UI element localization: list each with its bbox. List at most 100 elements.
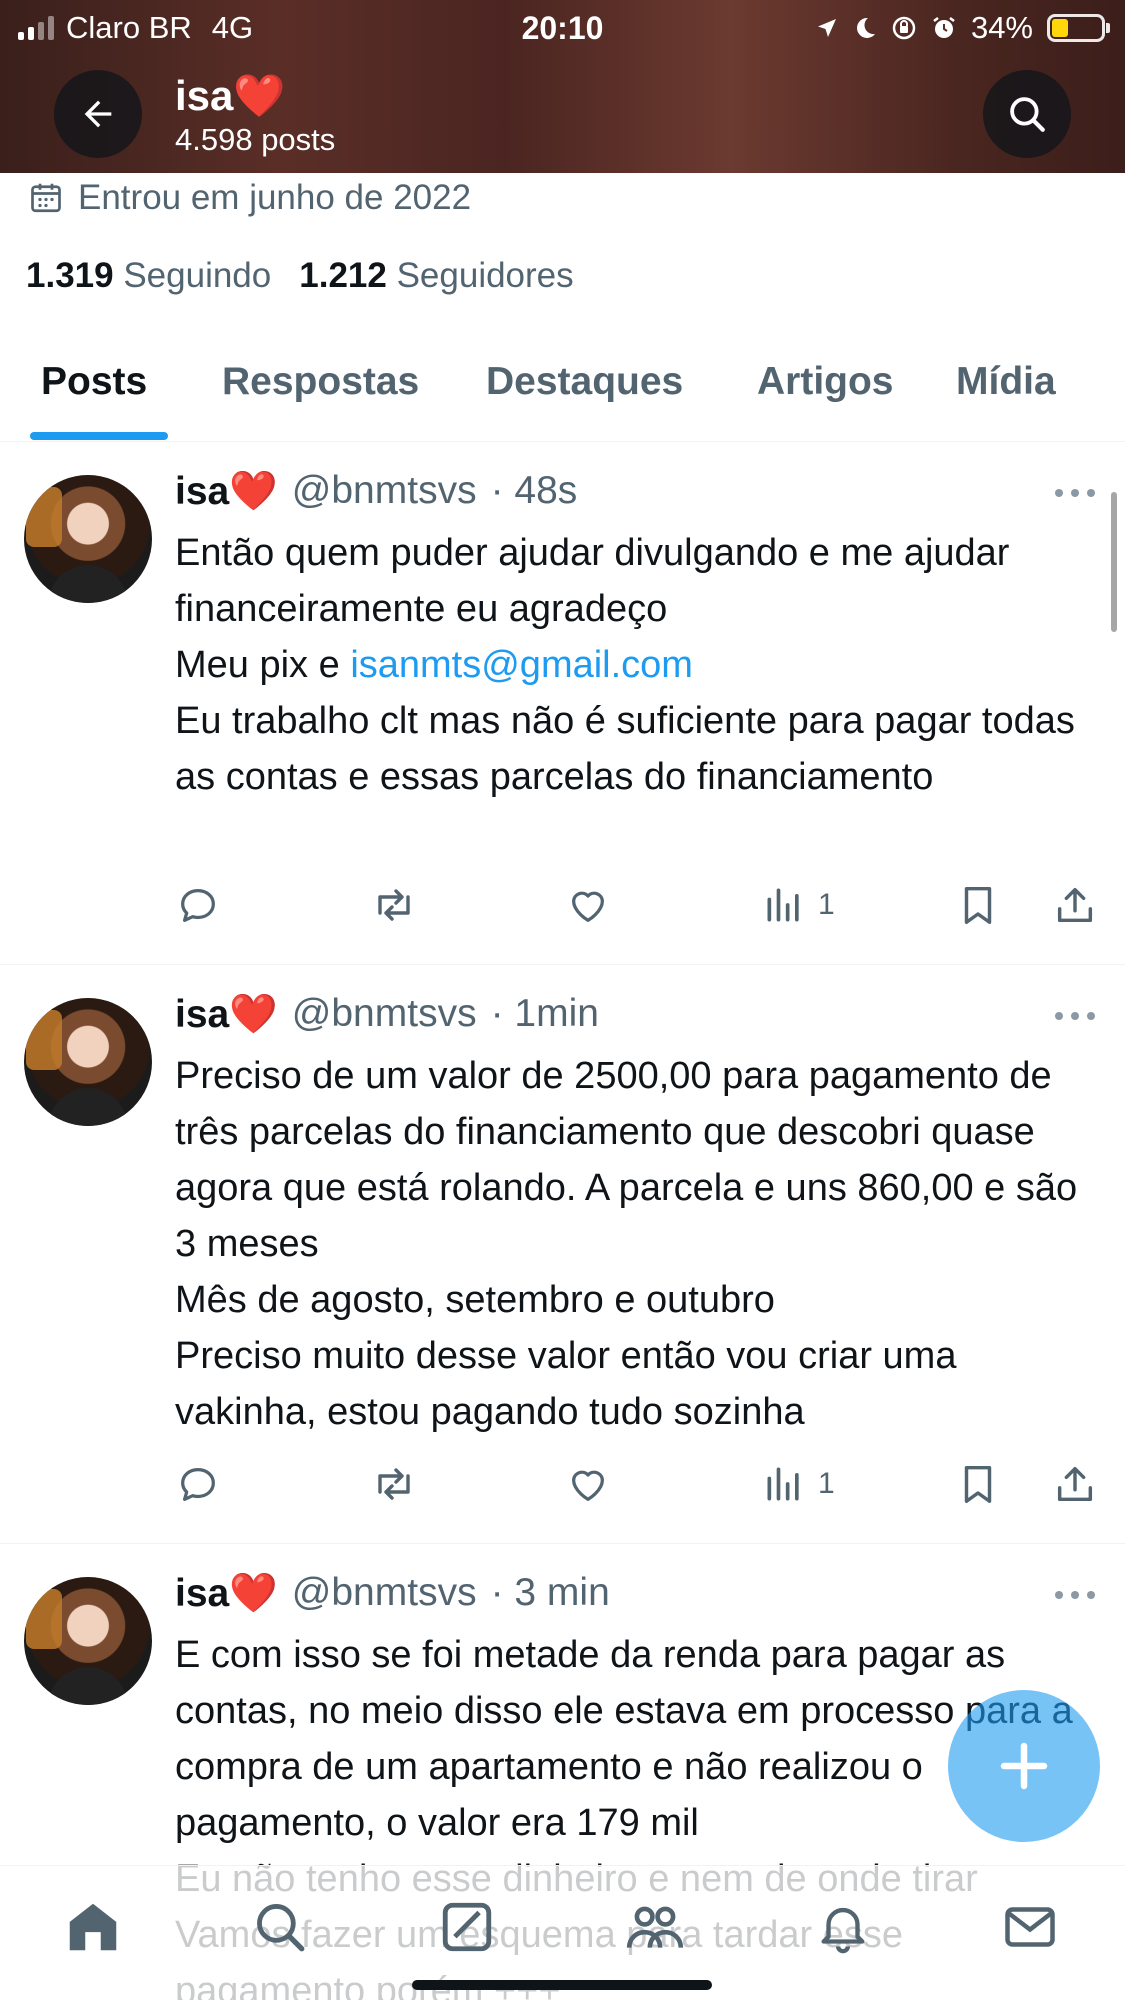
views-button[interactable]: 1 bbox=[762, 877, 835, 933]
repost-icon bbox=[378, 889, 410, 921]
analytics-icon bbox=[767, 888, 799, 922]
followers-label: Seguidores bbox=[396, 256, 574, 295]
views-button[interactable]: 1 bbox=[762, 1456, 835, 1512]
following-link[interactable]: 1.319 Seguindo bbox=[26, 256, 271, 296]
home-icon bbox=[69, 1903, 117, 1951]
messages-icon bbox=[1005, 1907, 1055, 1947]
heart-icon bbox=[571, 891, 605, 922]
email-link[interactable]: isanmts@gmail.com bbox=[350, 644, 693, 686]
avatar[interactable] bbox=[24, 1577, 152, 1705]
active-tab-indicator bbox=[30, 432, 168, 440]
post-item[interactable]: isa❤️ @bnmtsvs · 48s Então quem puder aj… bbox=[0, 443, 1125, 965]
moon-icon bbox=[856, 17, 875, 38]
post-text: Então quem puder ajudar divulgando e me … bbox=[175, 525, 1095, 805]
plus-icon bbox=[1000, 1742, 1048, 1790]
tab-destaques[interactable]: Destaques bbox=[486, 360, 683, 404]
nav-communities[interactable] bbox=[620, 1892, 690, 1962]
location-icon bbox=[817, 19, 836, 37]
author-handle[interactable]: @bnmtsvs bbox=[292, 1571, 477, 1615]
followers-count: 1.212 bbox=[299, 256, 387, 295]
share-button[interactable] bbox=[1052, 877, 1098, 933]
repost-button[interactable] bbox=[370, 877, 418, 933]
join-date-text: Entrou em junho de 2022 bbox=[78, 178, 472, 217]
repost-icon bbox=[378, 1468, 410, 1500]
notifications-icon bbox=[821, 1907, 865, 1954]
author-handle[interactable]: @bnmtsvs bbox=[292, 469, 477, 513]
battery-charging-icon bbox=[1047, 14, 1110, 42]
post-text-part: Eu trabalho clt mas não é suficiente par… bbox=[175, 700, 1075, 798]
more-options-button[interactable] bbox=[1055, 1012, 1095, 1022]
author-name[interactable]: isa❤️ bbox=[175, 991, 278, 1037]
post-actions: 1 bbox=[0, 877, 1125, 933]
tab-respostas[interactable]: Respostas bbox=[222, 360, 419, 404]
bookmark-icon bbox=[964, 886, 992, 924]
search-icon bbox=[1010, 97, 1045, 132]
profile-header: Claro BR 4G 20:10 34% isa❤️ 4.598 posts bbox=[0, 0, 1125, 173]
calendar-icon bbox=[31, 183, 61, 213]
like-button[interactable] bbox=[565, 1456, 611, 1512]
reply-button[interactable] bbox=[175, 877, 221, 933]
avatar[interactable] bbox=[24, 475, 152, 603]
bookmark-button[interactable] bbox=[955, 877, 1001, 933]
repost-button[interactable] bbox=[370, 1456, 418, 1512]
share-icon bbox=[1057, 1466, 1093, 1502]
bookmark-icon bbox=[964, 1465, 992, 1503]
post-header: isa❤️ @bnmtsvs · 48s bbox=[175, 468, 577, 514]
post-header: isa❤️ @bnmtsvs · 1min bbox=[175, 991, 599, 1037]
bookmark-button[interactable] bbox=[955, 1456, 1001, 1512]
author-name[interactable]: isa❤️ bbox=[175, 1570, 278, 1616]
heart-icon bbox=[571, 1470, 605, 1501]
nav-notifications[interactable] bbox=[808, 1892, 878, 1962]
views-count: 1 bbox=[818, 1467, 835, 1500]
status-bar: Claro BR 4G 20:10 34% bbox=[0, 0, 1125, 56]
avatar[interactable] bbox=[24, 998, 152, 1126]
nav-grok[interactable] bbox=[432, 1892, 502, 1962]
followers-link[interactable]: 1.212 Seguidores bbox=[299, 256, 573, 296]
post-text: Preciso de um valor de 2500,00 para paga… bbox=[175, 1055, 1078, 1433]
reply-icon bbox=[181, 888, 215, 922]
more-options-button[interactable] bbox=[1055, 1591, 1095, 1601]
battery-percent: 34% bbox=[970, 10, 1033, 45]
tab-midia[interactable]: Mídia bbox=[956, 360, 1056, 404]
author-handle[interactable]: @bnmtsvs bbox=[292, 992, 477, 1036]
join-date: Entrou em junho de 2022 bbox=[28, 178, 471, 218]
share-button[interactable] bbox=[1052, 1456, 1098, 1512]
status-icons: 34% bbox=[815, 10, 1110, 46]
back-button[interactable] bbox=[54, 70, 142, 158]
post-actions: 1 bbox=[0, 1456, 1125, 1512]
post-time: · 1min bbox=[490, 992, 599, 1035]
follow-stats: 1.319 Seguindo 1.212 Seguidores bbox=[26, 256, 574, 296]
post-time: · 48s bbox=[490, 469, 578, 512]
reply-button[interactable] bbox=[175, 1456, 221, 1512]
more-options-button[interactable] bbox=[1055, 489, 1095, 499]
header-post-count: 4.598 posts bbox=[175, 122, 336, 157]
scrollbar[interactable] bbox=[1111, 492, 1117, 632]
rotation-lock-icon bbox=[892, 16, 916, 40]
grok-icon bbox=[442, 1902, 492, 1952]
author-name[interactable]: isa❤️ bbox=[175, 468, 278, 514]
communities-icon bbox=[626, 1906, 684, 1948]
arrow-left-icon bbox=[84, 100, 112, 128]
post-header: isa❤️ @bnmtsvs · 3 min bbox=[175, 1570, 610, 1616]
home-indicator[interactable] bbox=[412, 1980, 712, 1990]
following-count: 1.319 bbox=[26, 256, 114, 295]
nav-home[interactable] bbox=[58, 1892, 128, 1962]
like-button[interactable] bbox=[565, 877, 611, 933]
search-button[interactable] bbox=[983, 70, 1071, 158]
tab-artigos[interactable]: Artigos bbox=[757, 360, 894, 404]
alarm-icon bbox=[933, 17, 955, 38]
profile-tabs: Posts Respostas Destaques Artigos Mídia bbox=[0, 352, 1125, 442]
search-icon bbox=[257, 1904, 305, 1952]
header-title: isa❤️ bbox=[175, 72, 286, 119]
following-label: Seguindo bbox=[123, 256, 272, 295]
analytics-icon bbox=[767, 1467, 799, 1501]
tab-posts[interactable]: Posts bbox=[41, 360, 147, 404]
reply-icon bbox=[181, 1467, 215, 1501]
compose-post-button[interactable] bbox=[948, 1690, 1100, 1842]
nav-search[interactable] bbox=[245, 1892, 315, 1962]
nav-messages[interactable] bbox=[995, 1892, 1065, 1962]
share-icon bbox=[1057, 887, 1093, 923]
post-item[interactable]: isa❤️ @bnmtsvs · 1min Preciso de um valo… bbox=[0, 966, 1125, 1544]
views-count: 1 bbox=[818, 888, 835, 921]
bottom-nav bbox=[0, 1865, 1125, 2000]
